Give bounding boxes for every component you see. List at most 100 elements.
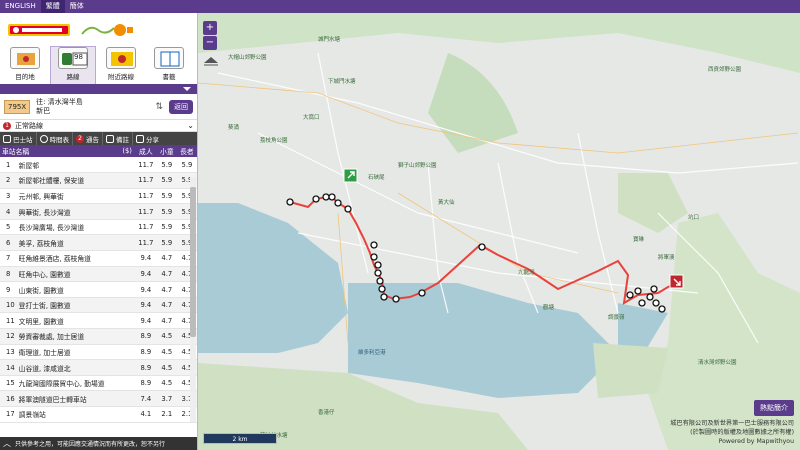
route-number: 795X: [4, 99, 31, 114]
table-row[interactable]: 6 美孚, 荔枝角道 11.7 5.9 5.9: [0, 234, 197, 252]
table-row[interactable]: 17 調景嶺站 4.1 2.1 2.1: [0, 406, 197, 423]
bus-stop-marker[interactable]: [378, 285, 386, 293]
stop-seq: 8: [0, 266, 17, 283]
bus-stop-marker[interactable]: [376, 277, 384, 285]
table-row[interactable]: 15 九龍灣國際展貿中心, 勤場道 8.9 4.5 4.5: [0, 375, 197, 392]
tool-notice[interactable]: 2 通告: [73, 132, 103, 145]
table-row[interactable]: 9 山東街, 園數道 9.4 4.7 4.7: [0, 281, 197, 298]
bus-stop-marker[interactable]: [652, 299, 660, 307]
table-row[interactable]: 1 新屋邨 11.7 5.9 5.9: [0, 157, 197, 174]
copyright-line: Powered by Mapwithyou: [718, 438, 794, 445]
table-row[interactable]: 11 文明里, 園數道 9.4 4.7 4.7: [0, 312, 197, 330]
bus-stop-marker[interactable]: [374, 261, 382, 269]
stop-seq: 3: [0, 188, 17, 205]
table-row[interactable]: 12 勞資審裁處, 加士居道 8.9 4.5 4.5: [0, 328, 197, 345]
stop-name: 美孚, 荔枝角道: [16, 234, 120, 252]
bus-stop-marker[interactable]: [380, 293, 388, 301]
nav-route[interactable]: 98 路線: [50, 46, 96, 84]
bus-stop-marker[interactable]: [634, 287, 642, 295]
layers-icon[interactable]: [202, 55, 220, 67]
route-variant-selector[interactable]: 1 正常路線 ⌄: [0, 120, 197, 132]
end-marker[interactable]: [669, 274, 684, 289]
clock-icon: [39, 134, 48, 143]
bus-stop-marker[interactable]: [392, 295, 400, 303]
zoom-out-button[interactable]: −: [203, 36, 217, 50]
table-row[interactable]: 16 將軍澳隧道巴士轉車站 7.4 3.7 3.7: [0, 390, 197, 407]
table-row[interactable]: 13 衛理道, 加士居道 8.9 4.5 4.5: [0, 344, 197, 361]
tool-bus-stop[interactable]: 巴士站: [0, 132, 37, 145]
bus-stop-marker[interactable]: [646, 293, 654, 301]
table-row[interactable]: 4 興華街, 長沙灣道 11.7 5.9 5.9: [0, 203, 197, 220]
table-row[interactable]: 2 新屋邨社體樓, 保安道 11.7 5.9 5.9: [0, 172, 197, 189]
start-marker[interactable]: [343, 168, 358, 183]
chevron-down-icon[interactable]: ⌄: [187, 121, 194, 130]
bus-stop-marker[interactable]: [418, 289, 426, 297]
fare-spacer: [119, 219, 135, 236]
map-view[interactable]: 城門水塘 下城門水塘 葵涌 荔枝角公園 大窩口 石硤尾 黃大仙 九龍灣 觀塘 將…: [198, 13, 800, 450]
nav-bookmark[interactable]: 書籤: [146, 46, 192, 84]
table-row[interactable]: 8 旺角中心, 園數道 9.4 4.7 4.7: [0, 266, 197, 283]
map-label: 黃大仙: [438, 200, 455, 206]
operator-name: 新巴: [36, 106, 51, 115]
hotspot-intro-button[interactable]: 熱點簡介: [754, 400, 794, 416]
stop-list-scrollbar[interactable]: [190, 177, 196, 422]
route-destination: 往: 清水灣半島 新巴: [36, 98, 149, 116]
table-row[interactable]: 3 元州邨, 興華街 11.7 5.9 5.9: [0, 188, 197, 205]
bus-stop-marker[interactable]: [328, 193, 336, 201]
notice-icon: 2: [76, 134, 84, 143]
table-row[interactable]: 7 旺角維景酒店, 荔枝角道 9.4 4.7 4.7: [0, 250, 197, 267]
stop-seq: 13: [0, 344, 17, 361]
bus-stop-marker[interactable]: [370, 253, 378, 261]
bus-stop-marker[interactable]: [286, 198, 294, 206]
copyright-line: (於製圖時的版權及地圖數據之所有權): [690, 429, 794, 436]
nav-destination[interactable]: 目的地: [2, 46, 48, 84]
fare-adult: 8.9: [134, 328, 157, 345]
bus-stop-marker[interactable]: [312, 195, 320, 203]
bus-stop-marker[interactable]: [478, 243, 486, 251]
lang-english[interactable]: ENGLISH: [0, 0, 41, 13]
stop-name: 山東街, 園數道: [16, 281, 120, 298]
back-button[interactable]: 返回: [169, 99, 193, 114]
remarks-icon: [106, 134, 114, 143]
map-label: 觀塘: [543, 305, 555, 311]
tool-timetable[interactable]: 時間表: [37, 132, 73, 145]
swap-direction-icon[interactable]: ⇅: [155, 102, 163, 112]
tool-remarks[interactable]: 備註: [103, 132, 133, 145]
table-row[interactable]: 5 長沙灣廣場, 長沙灣道 11.7 5.9 5.9: [0, 219, 197, 236]
map-label: 將軍澳: [658, 255, 675, 261]
fare-adult: 11.7: [134, 157, 157, 174]
bus-stop-marker[interactable]: [638, 299, 646, 307]
table-row[interactable]: 10 登打士街, 園數道 9.4 4.7 4.7: [0, 297, 197, 314]
table-row[interactable]: 14 山谷道, 漆咸道北 8.9 4.5 4.5: [0, 359, 197, 376]
map-canvas[interactable]: [198, 13, 800, 450]
fare-child: 5.9: [156, 188, 177, 205]
chevron-up-icon[interactable]: ︿: [3, 438, 11, 449]
nav-nearby[interactable]: 附近路線: [98, 46, 144, 84]
bus-stop-marker[interactable]: [650, 285, 658, 293]
scrollbar-thumb[interactable]: [190, 187, 196, 337]
collapse-arrow-icon[interactable]: [183, 87, 191, 91]
header-adult: 成人: [134, 145, 157, 157]
stop-name: 將軍澳隧道巴士轉車站: [16, 390, 120, 407]
bus-stop-marker[interactable]: [344, 205, 352, 213]
bus-stop-marker[interactable]: [626, 291, 634, 299]
tool-share[interactable]: 分享: [133, 132, 162, 145]
zoom-in-button[interactable]: +: [203, 21, 217, 35]
fare-adult: 9.4: [134, 297, 157, 314]
lang-traditional[interactable]: 繁體: [40, 0, 65, 13]
route-header: 795X 往: 清水灣半島 新巴 ⇅ 返回: [0, 94, 197, 120]
bus-stop-marker[interactable]: [322, 193, 330, 201]
header-fare: ($): [119, 145, 135, 157]
bus-stop-marker[interactable]: [658, 305, 666, 313]
fare-spacer: [119, 157, 135, 174]
bus-stop-marker[interactable]: [370, 241, 378, 249]
fare-spacer: [119, 172, 135, 189]
bus-stop-marker[interactable]: [374, 269, 382, 277]
lang-simplified[interactable]: 簡体: [65, 0, 89, 13]
stop-seq: 11: [0, 312, 17, 330]
stop-name: 新屋邨: [16, 157, 120, 174]
bus-stop-marker[interactable]: [334, 199, 342, 207]
map-label: 獅子山郊野公園: [398, 163, 437, 169]
map-label: 大窩口: [303, 115, 320, 121]
fare-child: 4.5: [156, 359, 177, 376]
